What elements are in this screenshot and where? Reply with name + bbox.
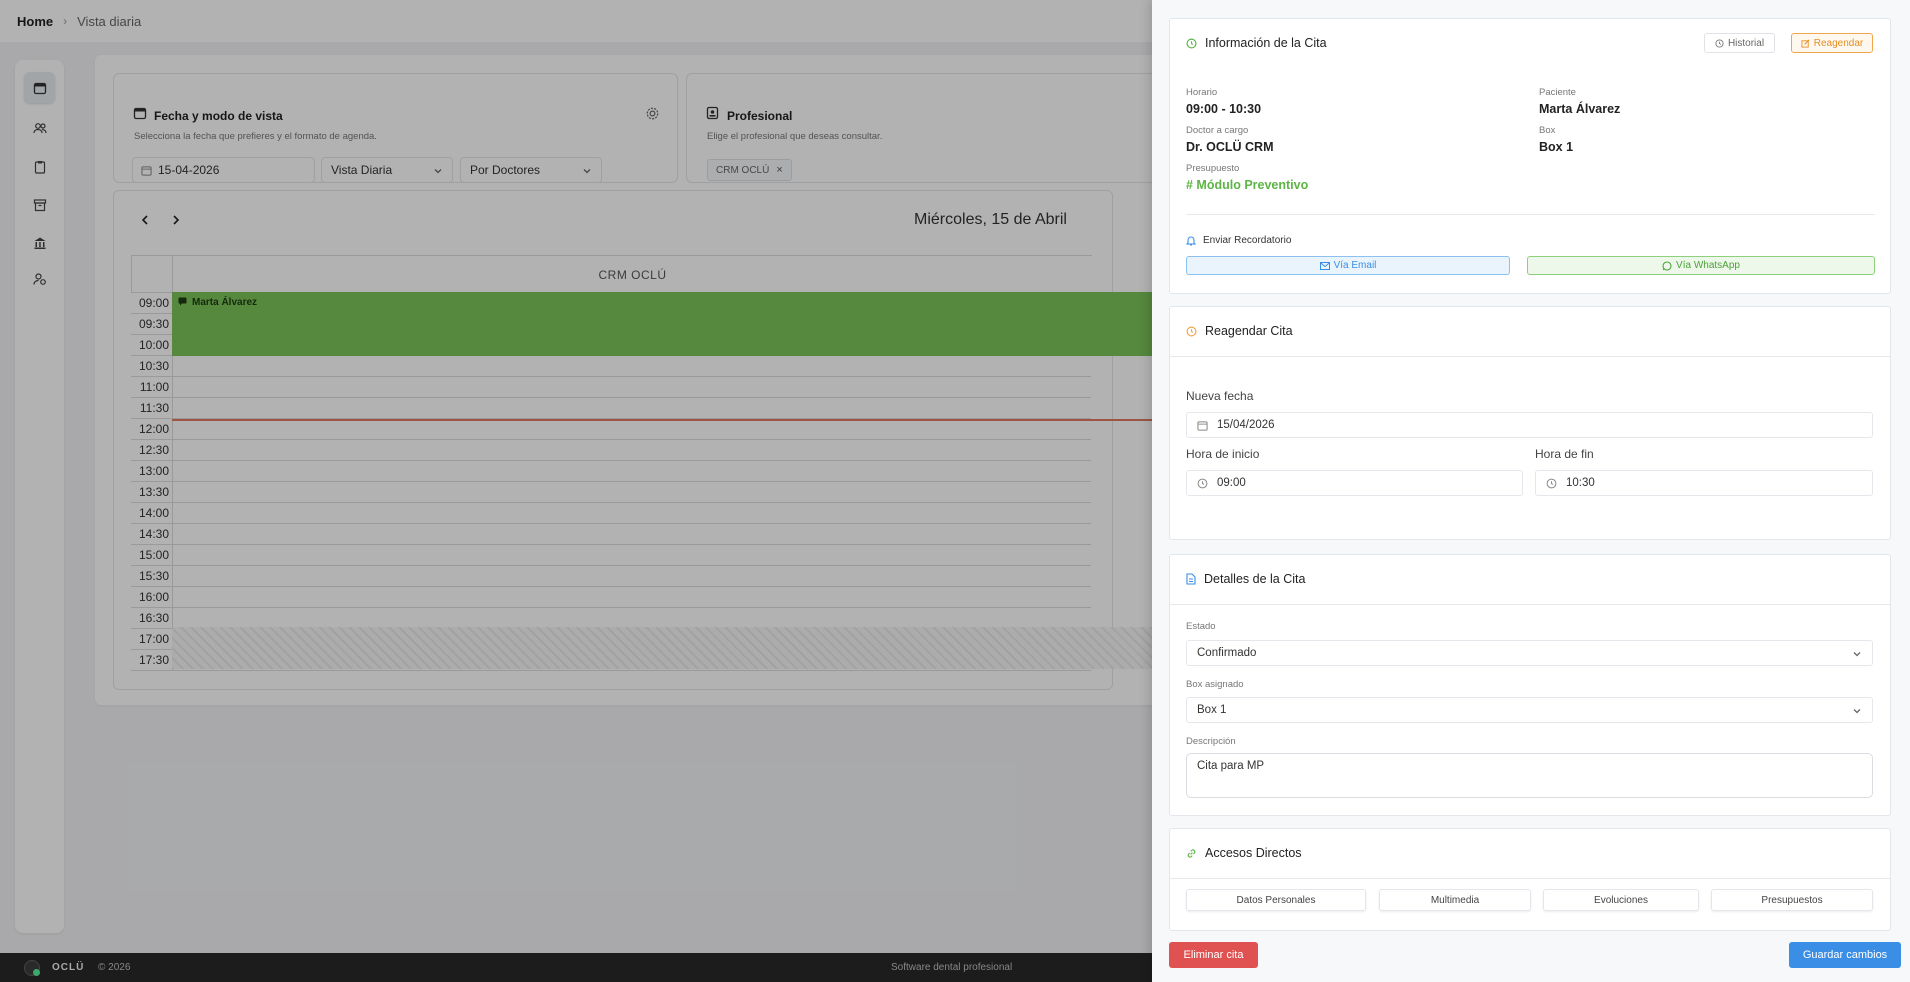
shortcut-presupuestos[interactable]: Presupuestos (1711, 889, 1873, 911)
calendar-icon (1197, 420, 1208, 431)
card-title: Información de la Cita (1205, 36, 1327, 50)
end-time-label: Hora de fin (1535, 447, 1594, 461)
end-time-value: 10:30 (1566, 477, 1595, 489)
whatsapp-reminder-button[interactable]: Vía WhatsApp (1527, 256, 1875, 275)
logo-icon (24, 960, 40, 976)
divider (1170, 356, 1890, 357)
document-icon (1186, 573, 1196, 585)
divider (1186, 214, 1875, 215)
appointment-info-card: Información de la Cita Historial Reagend… (1169, 18, 1891, 294)
box-select-value: Box 1 (1197, 704, 1227, 716)
save-changes-button[interactable]: Guardar cambios (1789, 942, 1901, 968)
card-header: Detalles de la Cita (1186, 572, 1305, 586)
presupuesto-label: Presupuesto (1186, 163, 1240, 174)
footer-brand: OCLÜ (52, 962, 85, 973)
card-header: Reagendar Cita (1186, 324, 1293, 338)
shortcut-datos-personales[interactable]: Datos Personales (1186, 889, 1366, 911)
estado-select[interactable]: Confirmado (1186, 640, 1873, 666)
description-value: Cita para MP (1197, 760, 1265, 772)
reschedule-card: Reagendar Cita Nueva fecha 15/04/2026 Ho… (1169, 306, 1891, 540)
appointment-drawer: Información de la Cita Historial Reagend… (1152, 0, 1910, 982)
horario-value: 09:00 - 10:30 (1186, 102, 1262, 116)
new-date-input[interactable]: 15/04/2026 (1186, 412, 1873, 438)
start-time-label: Hora de inicio (1186, 447, 1260, 461)
description-textarea[interactable]: Cita para MP (1186, 753, 1873, 798)
paciente-value: Marta Álvarez (1539, 102, 1621, 116)
chevron-down-icon (1852, 649, 1862, 659)
shortcuts-card: Accesos Directos Datos Personales Multim… (1169, 828, 1891, 931)
chevron-down-icon (1852, 706, 1862, 716)
box-select[interactable]: Box 1 (1186, 697, 1873, 723)
clock-icon (1186, 38, 1197, 49)
edit-icon (1801, 39, 1810, 48)
historial-label: Historial (1727, 37, 1765, 49)
card-title: Reagendar Cita (1205, 324, 1293, 338)
estado-value: Confirmado (1197, 647, 1257, 659)
box-assigned-label: Box asignado (1186, 679, 1244, 690)
footer-copyright: © 2026 (98, 962, 131, 973)
card-header: Información de la Cita (1186, 36, 1327, 50)
presupuesto-link[interactable]: # Módulo Preventivo (1186, 178, 1308, 192)
email-reminder-button[interactable]: Vía Email (1186, 256, 1510, 275)
doctor-label: Doctor a cargo (1186, 125, 1249, 136)
details-card: Detalles de la Cita Estado Confirmado Bo… (1169, 554, 1891, 816)
start-time-input[interactable]: 09:00 (1186, 470, 1523, 496)
description-label: Descripción (1186, 736, 1236, 747)
link-icon (1186, 848, 1197, 859)
divider (1170, 878, 1890, 879)
reminder-title: Enviar Recordatorio (1203, 235, 1292, 246)
clock-icon (1715, 38, 1724, 48)
divider (1170, 604, 1890, 605)
email-label: Vía Email (1333, 260, 1377, 271)
new-date-label: Nueva fecha (1186, 389, 1254, 403)
historial-button[interactable]: Historial (1704, 33, 1775, 53)
modal-backdrop[interactable] (0, 0, 1152, 953)
reagendar-label: Reagendar (1813, 37, 1864, 49)
start-time-value: 09:00 (1217, 477, 1246, 489)
box-label: Box (1539, 125, 1556, 136)
estado-label: Estado (1186, 621, 1216, 632)
shortcut-evoluciones[interactable]: Evoluciones (1543, 889, 1699, 911)
bell-icon (1186, 235, 1196, 246)
shortcut-multimedia[interactable]: Multimedia (1379, 889, 1531, 911)
clock-icon (1197, 478, 1208, 489)
reagendar-button[interactable]: Reagendar (1791, 33, 1873, 53)
delete-appointment-button[interactable]: Eliminar cita (1169, 942, 1258, 968)
whatsapp-label: Vía WhatsApp (1676, 260, 1740, 271)
box-value: Box 1 (1539, 140, 1574, 154)
horario-label: Horario (1186, 87, 1218, 98)
new-date-value: 15/04/2026 (1217, 419, 1275, 431)
card-header: Accesos Directos (1186, 846, 1302, 860)
reminder-header: Enviar Recordatorio (1186, 235, 1291, 246)
clock-icon (1186, 326, 1197, 337)
end-time-input[interactable]: 10:30 (1535, 470, 1873, 496)
card-title: Detalles de la Cita (1204, 572, 1306, 586)
mail-icon (1319, 261, 1330, 270)
footer-tagline: Software dental profesional (891, 962, 1013, 973)
paciente-label: Paciente (1539, 87, 1576, 98)
doctor-value: Dr. OCLÜ CRM (1186, 140, 1274, 154)
clock-icon (1546, 478, 1557, 489)
card-title: Accesos Directos (1205, 846, 1302, 860)
whatsapp-icon (1662, 260, 1672, 271)
